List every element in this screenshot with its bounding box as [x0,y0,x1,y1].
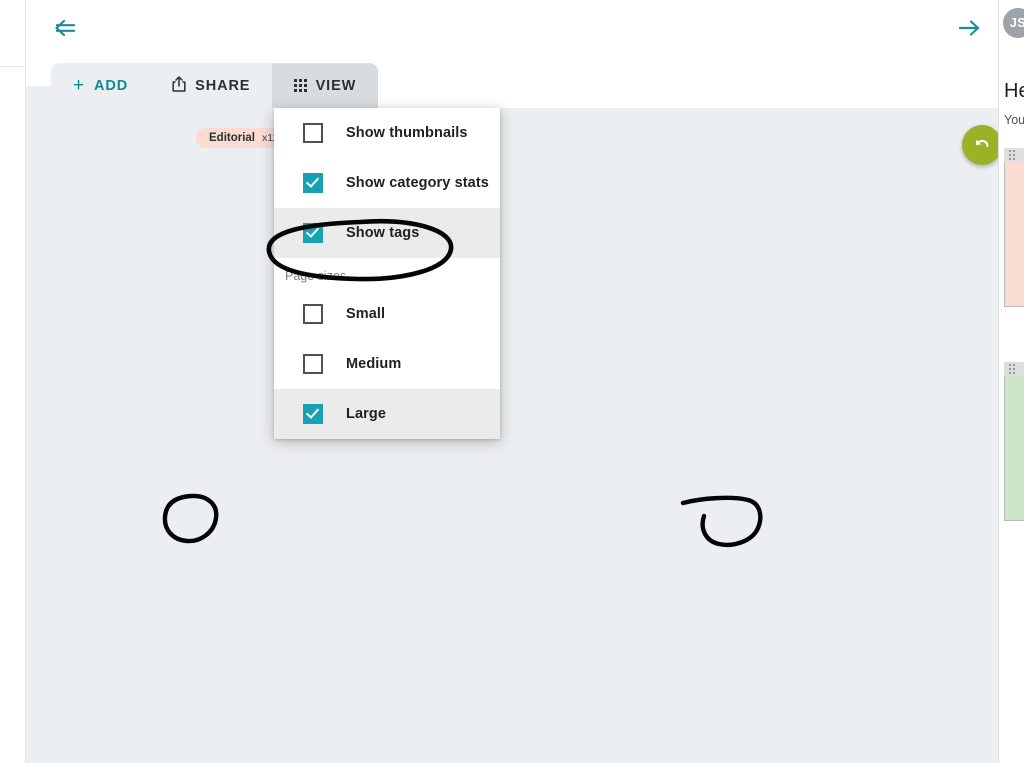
menu-item-small[interactable]: Small [274,289,500,339]
tab-share-label: SHARE [195,78,250,94]
panel-mini-card-1[interactable] [1004,148,1024,307]
top-bar [26,0,998,56]
mini-card-header [1004,362,1024,376]
menu-label-small: Small [346,306,385,322]
mini-card-header [1004,148,1024,162]
rail-divider [0,66,26,67]
view-toolbar: + ADD SHARE VIEW [51,63,378,108]
app-root: + ADD SHARE VIEW Editorial x11 [0,0,1024,763]
tab-add-label: ADD [94,78,128,94]
tab-view-label: VIEW [316,78,357,94]
avatar[interactable]: JS [1003,8,1024,38]
menu-label-show-category-stats: Show category stats [346,175,489,191]
menu-section-page-sizes: Page sizes [274,258,500,289]
panel-title: He [1004,80,1024,103]
panel-subtitle: You [1004,113,1024,127]
menu-label-show-thumbnails: Show thumbnails [346,125,468,141]
stat-chip-label: Editorial [209,132,255,144]
drag-handle-icon[interactable] [1009,364,1015,374]
checkbox-show-category-stats[interactable] [303,173,323,193]
view-dropdown-menu: Show thumbnails Show category stats Show… [274,108,500,439]
grid-icon [294,79,306,91]
drag-handle-icon[interactable] [1009,150,1015,160]
menu-item-show-tags[interactable]: Show tags [274,208,500,258]
plus-icon: + [73,76,85,95]
tab-add[interactable]: + ADD [51,63,150,108]
undo-icon [972,135,992,155]
arrow-right-icon[interactable] [952,10,988,46]
arrow-left-icon[interactable] [48,10,84,46]
menu-label-medium: Medium [346,356,401,372]
mini-card-body [1004,376,1024,521]
checkbox-large[interactable] [303,404,323,424]
panel-mini-card-2[interactable] [1004,362,1024,521]
right-detail-panel: JS He You [998,0,1024,763]
tab-view[interactable]: VIEW [272,63,378,108]
mini-card-body [1004,162,1024,307]
tab-share[interactable]: SHARE [150,63,272,108]
page-canvas [26,108,998,763]
checkbox-small[interactable] [303,304,323,324]
checkbox-show-tags[interactable] [303,223,323,243]
checkbox-show-thumbnails[interactable] [303,123,323,143]
menu-item-show-category-stats[interactable]: Show category stats [274,158,500,208]
menu-item-large[interactable]: Large [274,389,500,439]
menu-label-show-tags: Show tags [346,225,419,241]
menu-item-show-thumbnails[interactable]: Show thumbnails [274,108,500,158]
left-rail [0,0,26,763]
menu-item-medium[interactable]: Medium [274,339,500,389]
checkbox-medium[interactable] [303,354,323,374]
undo-button[interactable] [962,125,1002,165]
menu-label-large: Large [346,406,386,422]
share-icon [172,76,186,96]
